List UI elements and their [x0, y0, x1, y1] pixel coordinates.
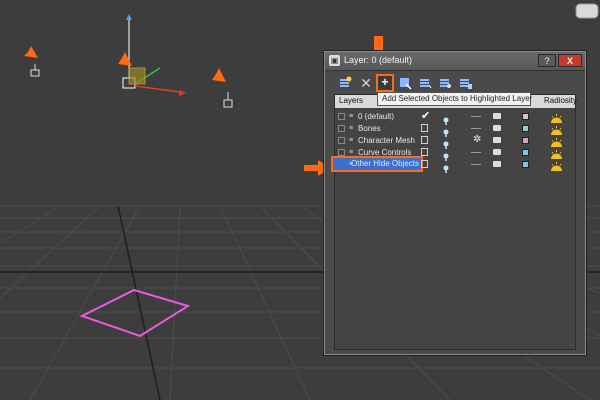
- radiosity-icon[interactable]: [550, 135, 563, 147]
- layer-icon: ≡: [349, 113, 354, 120]
- layer-color-swatch[interactable]: [522, 161, 529, 168]
- expand-toggle[interactable]: [338, 113, 345, 120]
- render-teapot-icon[interactable]: [493, 125, 501, 131]
- layer-color-swatch[interactable]: [522, 137, 529, 144]
- new-layer-icon[interactable]: [337, 75, 353, 91]
- radiosity-icon[interactable]: [550, 111, 563, 123]
- current-layer-box[interactable]: [421, 136, 428, 144]
- radiosity-icon[interactable]: [550, 123, 563, 135]
- layer-color-swatch[interactable]: [522, 149, 529, 156]
- hide-bulb-icon[interactable]: [443, 160, 449, 173]
- current-layer-box[interactable]: [421, 160, 428, 168]
- close-button[interactable]: X: [558, 54, 582, 67]
- layer-row[interactable]: ≡ Bones: [335, 123, 575, 137]
- render-teapot-icon[interactable]: [493, 137, 501, 143]
- expand-toggle[interactable]: [338, 137, 345, 144]
- hide-bulb-icon[interactable]: [443, 136, 449, 149]
- tooltip: Add Selected Objects to Highlighted Laye…: [377, 92, 532, 106]
- layer-icon: ≡: [349, 125, 354, 132]
- current-layer-box[interactable]: [421, 148, 428, 156]
- layer-row-selected[interactable]: ≡ Other Hide Objects: [331, 156, 575, 173]
- layer-name-highlighted[interactable]: Other Hide Objects: [331, 156, 424, 172]
- radiosity-icon[interactable]: [550, 147, 563, 159]
- hide-bulb-icon[interactable]: [443, 124, 449, 137]
- hide-bulb-icon[interactable]: [443, 148, 449, 161]
- freeze-dash[interactable]: [471, 128, 481, 129]
- dialog-titlebar[interactable]: ▣ Layer: 0 (default) ? X: [325, 52, 585, 71]
- expand-toggle[interactable]: [338, 125, 345, 132]
- current-layer-box[interactable]: [421, 124, 428, 132]
- layer-list[interactable]: Layers r Radiosity ≡ 0 (default) ✔ ≡ Bon…: [331, 94, 577, 350]
- plus-icon[interactable]: +: [376, 74, 394, 92]
- layer-icon: ≡: [349, 137, 354, 144]
- layer-row[interactable]: ≡ Character Mesh ✲: [335, 134, 575, 149]
- freeze-dash[interactable]: [471, 152, 481, 153]
- corner-object[interactable]: [575, 3, 599, 19]
- hide-all-icon[interactable]: [437, 75, 453, 91]
- layer-app-icon: ▣: [329, 55, 340, 66]
- radiosity-icon[interactable]: [550, 159, 563, 171]
- current-layer-check-icon[interactable]: ✔: [421, 109, 430, 122]
- dialog-title: Layer: 0 (default): [344, 55, 413, 65]
- freeze-all-icon[interactable]: [457, 75, 473, 91]
- layer-name[interactable]: Bones: [358, 124, 381, 133]
- expand-toggle[interactable]: [338, 149, 345, 156]
- layer-row[interactable]: ≡ 0 (default) ✔: [335, 109, 575, 125]
- column-header-radiosity[interactable]: Radiosity: [544, 96, 577, 105]
- freeze-dash[interactable]: [471, 116, 481, 117]
- layer-color-swatch[interactable]: [522, 113, 529, 120]
- layer-color-swatch[interactable]: [522, 125, 529, 132]
- render-teapot-icon[interactable]: [493, 149, 501, 155]
- layer-icon: ≡: [349, 161, 354, 168]
- render-teapot-icon[interactable]: [493, 113, 501, 119]
- freeze-snowflake-icon[interactable]: ✲: [473, 134, 481, 145]
- delete-icon[interactable]: ✕: [358, 75, 374, 91]
- select-objects-icon[interactable]: [397, 75, 413, 91]
- highlight-layer-icon[interactable]: [417, 75, 433, 91]
- render-teapot-icon[interactable]: [493, 161, 501, 167]
- layer-name[interactable]: 0 (default): [358, 112, 394, 121]
- freeze-dash[interactable]: [471, 164, 481, 165]
- layer-name[interactable]: Character Mesh: [358, 136, 415, 145]
- layer-toolbar: ✕ +: [325, 71, 585, 93]
- help-button[interactable]: ?: [538, 54, 556, 67]
- column-header-layers[interactable]: Layers: [339, 96, 363, 105]
- hide-bulb-icon[interactable]: [443, 112, 449, 125]
